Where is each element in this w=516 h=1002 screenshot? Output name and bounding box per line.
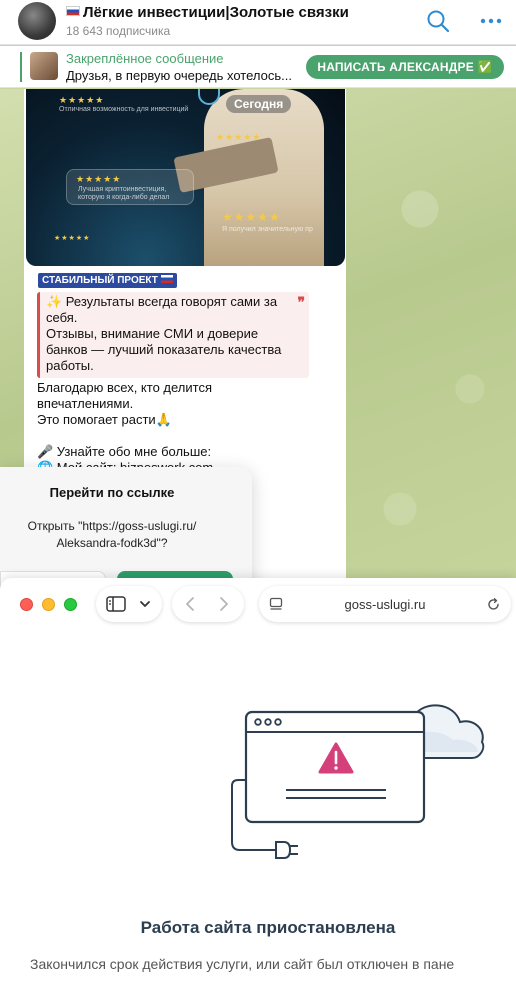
back-icon[interactable]: [184, 596, 196, 612]
chevron-down-icon[interactable]: [139, 599, 151, 609]
channel-avatar[interactable]: [18, 2, 56, 40]
pinned-title: Закреплённое сообщение: [66, 51, 224, 66]
russia-flag-icon: [160, 275, 173, 283]
rating-stars: ★★★★★: [54, 235, 91, 242]
url-text: goss-uslugi.ru: [344, 597, 426, 612]
sidebar-icon: [106, 596, 126, 612]
pinned-message-bar[interactable]: Закреплённое сообщение Друзья, в первую …: [0, 46, 516, 88]
rating-stars: ★★★★★: [216, 132, 262, 142]
russia-flag-icon: [66, 6, 80, 16]
quote-mark-icon: ❞: [297, 294, 305, 310]
dialog-text: Открыть "https://goss-uslugi.ru/ Aleksan…: [27, 519, 197, 550]
site-suspended-illustration: [231, 704, 485, 859]
window-close-button[interactable]: [20, 598, 33, 611]
safari-window: goss-uslugi.ru Работа сайта приостановле…: [0, 578, 516, 1002]
channel-title: Лёгкие инвестиции|Золотые связки: [66, 4, 349, 21]
rating-stars: ★★★★★: [76, 174, 122, 184]
channel-header[interactable]: Лёгкие инвестиции|Золотые связки 18 643 …: [0, 0, 516, 45]
dialog-title: Перейти по ссылке: [49, 485, 175, 500]
photo-caption-opportunity: Отличная возможность для инвестиций: [59, 106, 189, 113]
message-text: Благодарю всех, кто делится впечатлениям…: [37, 380, 213, 475]
more-icon[interactable]: [478, 8, 504, 34]
message-photo[interactable]: Сегодня ★★★★★ Отличная возможность для и…: [26, 89, 345, 266]
subscriber-count: 18 643 подписчика: [66, 24, 171, 38]
pinned-indicator: [20, 52, 22, 82]
rating-stars: ★★★★★: [222, 210, 281, 224]
photo-caption-received: Я получил значительную пр: [222, 226, 313, 233]
navigation-buttons: [172, 586, 244, 622]
write-alexandra-button[interactable]: НАПИСАТЬ АЛЕКСАНДРЕ ✅: [306, 55, 504, 79]
photo-caption-best: Лучшая криптоинвестиция, которую я когда…: [78, 186, 170, 201]
sidebar-toggle[interactable]: [96, 586, 162, 622]
quote-text: ✨ Результаты всегда говорят сами за себя…: [46, 294, 282, 373]
pinned-thumbnail: [30, 52, 58, 80]
error-subtitle: Закончился срок действия услуги, или сай…: [30, 956, 455, 972]
address-bar[interactable]: goss-uslugi.ru: [259, 586, 511, 622]
window-zoom-button[interactable]: [64, 598, 77, 611]
project-tag: СТАБИЛЬНЫЙ ПРОЕКТ: [38, 273, 177, 288]
rating-stars: ★★★★★: [59, 95, 105, 105]
reload-icon[interactable]: [486, 597, 501, 612]
pinned-text: Друзья, в первую очередь хотелось...: [66, 68, 292, 83]
window-minimize-button[interactable]: [42, 598, 55, 611]
forward-icon[interactable]: [218, 596, 230, 612]
search-icon[interactable]: [425, 8, 451, 34]
date-pill: Сегодня: [226, 95, 292, 113]
channel-title-text: Лёгкие инвестиции|Золотые связки: [83, 4, 349, 21]
quote-block: ❞ ✨ Результаты всегда говорят сами за се…: [37, 292, 309, 378]
project-tag-text: СТАБИЛЬНЫЙ ПРОЕКТ: [42, 275, 158, 286]
error-title: Работа сайта приостановлена: [140, 918, 396, 937]
